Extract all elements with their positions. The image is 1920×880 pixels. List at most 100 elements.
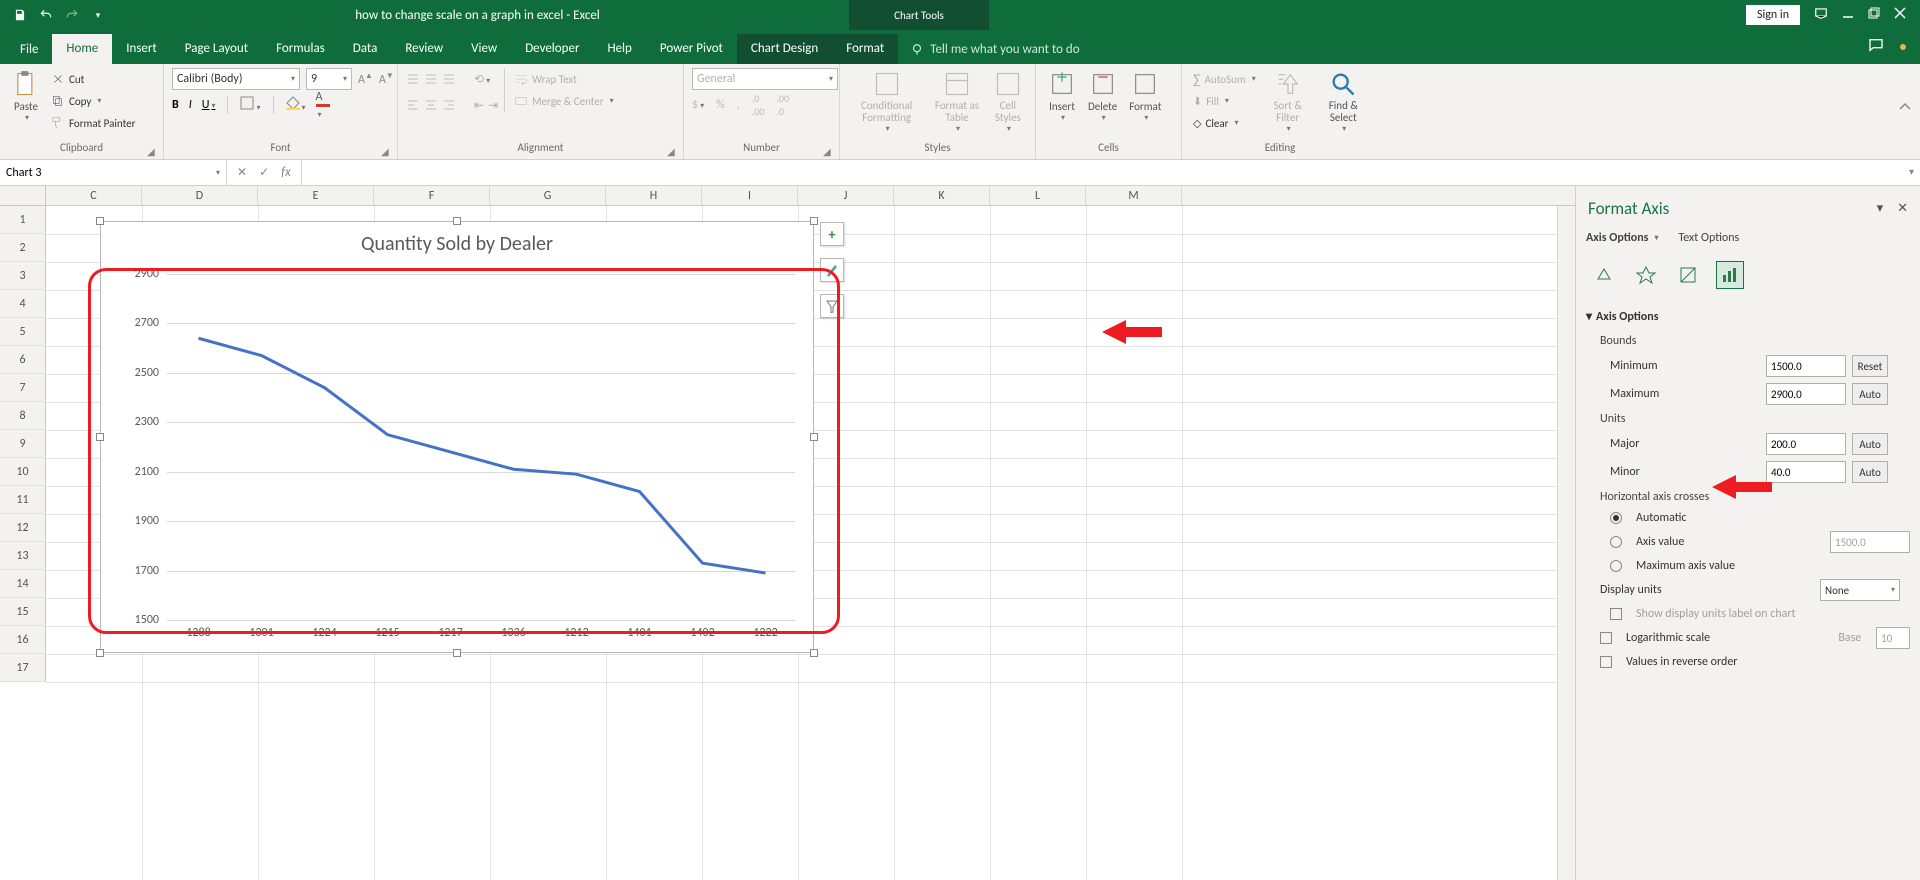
- reverse-order-check[interactable]: Values in reverse order: [1586, 652, 1910, 672]
- units-major-input[interactable]: [1766, 433, 1846, 455]
- column-header[interactable]: M: [1086, 186, 1182, 205]
- row-header[interactable]: 16: [0, 626, 46, 654]
- restore-icon[interactable]: [1868, 7, 1880, 23]
- chart-object[interactable]: Quantity Sold by Dealer 1500170019002100…: [100, 221, 814, 653]
- tab-review[interactable]: Review: [391, 34, 457, 64]
- row-header[interactable]: 13: [0, 542, 46, 570]
- row-header[interactable]: 3: [0, 262, 46, 290]
- clear-button[interactable]: ◇Clear▾: [1190, 112, 1259, 134]
- tab-help[interactable]: Help: [593, 34, 645, 64]
- number-launcher-icon[interactable]: ◢: [823, 145, 835, 157]
- comments-icon[interactable]: [1868, 37, 1884, 57]
- units-major-auto[interactable]: Auto: [1852, 433, 1888, 455]
- column-header[interactable]: D: [142, 186, 258, 205]
- axis-options-icon[interactable]: [1716, 261, 1744, 289]
- tab-power-pivot[interactable]: Power Pivot: [646, 34, 737, 64]
- fill-line-icon[interactable]: [1590, 261, 1618, 289]
- row-header[interactable]: 6: [0, 346, 46, 374]
- row-header[interactable]: 15: [0, 598, 46, 626]
- column-header[interactable]: L: [990, 186, 1086, 205]
- vertical-scrollbar[interactable]: [1557, 206, 1575, 880]
- chart-title[interactable]: Quantity Sold by Dealer: [101, 222, 813, 256]
- delete-cells-button[interactable]: Delete▾: [1084, 68, 1121, 125]
- name-box[interactable]: Chart 3▾: [0, 160, 227, 185]
- tab-data[interactable]: Data: [339, 34, 392, 64]
- pane-close-icon[interactable]: ✕: [1897, 201, 1908, 216]
- cut-button[interactable]: Cut: [48, 68, 138, 90]
- units-minor-auto[interactable]: Auto: [1852, 461, 1888, 483]
- row-header[interactable]: 9: [0, 430, 46, 458]
- close-icon[interactable]: [1894, 7, 1906, 23]
- formula-bar[interactable]: ▾: [301, 160, 1920, 185]
- size-properties-icon[interactable]: [1674, 261, 1702, 289]
- font-launcher-icon[interactable]: ◢: [381, 145, 393, 157]
- display-units-select[interactable]: None▾: [1820, 579, 1900, 601]
- border-button[interactable]: ▾: [240, 96, 260, 114]
- underline-button[interactable]: U▾: [202, 98, 216, 112]
- ribbon-display-icon[interactable]: [1814, 6, 1828, 24]
- undo-icon[interactable]: [38, 7, 54, 23]
- sign-in-button[interactable]: Sign in: [1746, 5, 1800, 25]
- radio-automatic[interactable]: Automatic: [1586, 508, 1910, 528]
- clipboard-launcher-icon[interactable]: ◢: [147, 145, 159, 157]
- tab-insert[interactable]: Insert: [112, 34, 171, 64]
- tell-me[interactable]: Tell me what you want to do: [898, 42, 1091, 64]
- row-header[interactable]: 7: [0, 374, 46, 402]
- log-scale-check[interactable]: Logarithmic scaleBase: [1586, 624, 1910, 652]
- bounds-min-input[interactable]: [1766, 355, 1846, 377]
- row-header[interactable]: 5: [0, 318, 46, 346]
- radio-axis-value[interactable]: Axis value: [1586, 528, 1910, 556]
- row-header[interactable]: 12: [0, 514, 46, 542]
- font-color-button[interactable]: A▾: [316, 90, 330, 121]
- tab-home[interactable]: Home: [52, 34, 112, 64]
- bounds-max-input[interactable]: [1766, 383, 1846, 405]
- column-header[interactable]: H: [606, 186, 702, 205]
- row-header[interactable]: 11: [0, 486, 46, 514]
- row-header[interactable]: 8: [0, 402, 46, 430]
- row-header[interactable]: 17: [0, 654, 46, 682]
- row-header[interactable]: 4: [0, 290, 46, 318]
- minimize-icon[interactable]: [1842, 7, 1854, 23]
- column-header[interactable]: I: [702, 186, 798, 205]
- enter-formula-icon[interactable]: ✓: [259, 165, 269, 180]
- row-header[interactable]: 14: [0, 570, 46, 598]
- row-header[interactable]: 10: [0, 458, 46, 486]
- copy-button[interactable]: Copy▾: [48, 90, 138, 112]
- bounds-min-reset[interactable]: Reset: [1852, 355, 1888, 377]
- tab-page-layout[interactable]: Page Layout: [171, 34, 262, 64]
- bold-button[interactable]: B: [172, 98, 179, 112]
- collapse-ribbon-icon[interactable]: [1898, 100, 1912, 118]
- italic-button[interactable]: I: [189, 98, 192, 112]
- fill-color-button[interactable]: ▾: [286, 96, 306, 114]
- units-minor-input[interactable]: [1766, 461, 1846, 483]
- format-painter-button[interactable]: Format Painter: [48, 112, 138, 134]
- pending-icon[interactable]: [1900, 44, 1906, 50]
- tab-formulas[interactable]: Formulas: [262, 34, 339, 64]
- column-header[interactable]: E: [258, 186, 374, 205]
- fx-icon[interactable]: fx: [281, 165, 291, 180]
- bounds-max-auto[interactable]: Auto: [1852, 383, 1888, 405]
- insert-cells-button[interactable]: Insert▾: [1044, 68, 1080, 125]
- effects-icon[interactable]: [1632, 261, 1660, 289]
- increase-font-icon[interactable]: A▲: [358, 71, 373, 87]
- tab-text-options[interactable]: Text Options: [1678, 231, 1739, 245]
- column-header[interactable]: C: [46, 186, 142, 205]
- save-icon[interactable]: [12, 7, 28, 23]
- cancel-formula-icon[interactable]: ✕: [237, 165, 247, 180]
- alignment-launcher-icon[interactable]: ◢: [667, 145, 679, 157]
- chart-styles-button[interactable]: [820, 258, 844, 282]
- tab-axis-options[interactable]: Axis Options ▾: [1586, 231, 1658, 245]
- row-header[interactable]: 2: [0, 234, 46, 262]
- format-cells-button[interactable]: Format▾: [1125, 68, 1165, 125]
- tab-developer[interactable]: Developer: [511, 34, 593, 64]
- chart-filters-button[interactable]: [820, 294, 844, 318]
- tab-file[interactable]: File: [6, 35, 52, 64]
- worksheet[interactable]: CDEFGHIJKLM 1234567891011121314151617 Qu…: [0, 186, 1575, 880]
- paste-button[interactable]: Paste▾: [8, 68, 44, 125]
- column-header[interactable]: F: [374, 186, 490, 205]
- font-name-select[interactable]: Calibri (Body)▾: [172, 68, 300, 90]
- column-header[interactable]: G: [490, 186, 606, 205]
- font-size-select[interactable]: 9▾: [306, 68, 352, 90]
- chart-elements-button[interactable]: +: [820, 222, 844, 246]
- qat-customize-icon[interactable]: ▾: [90, 7, 106, 23]
